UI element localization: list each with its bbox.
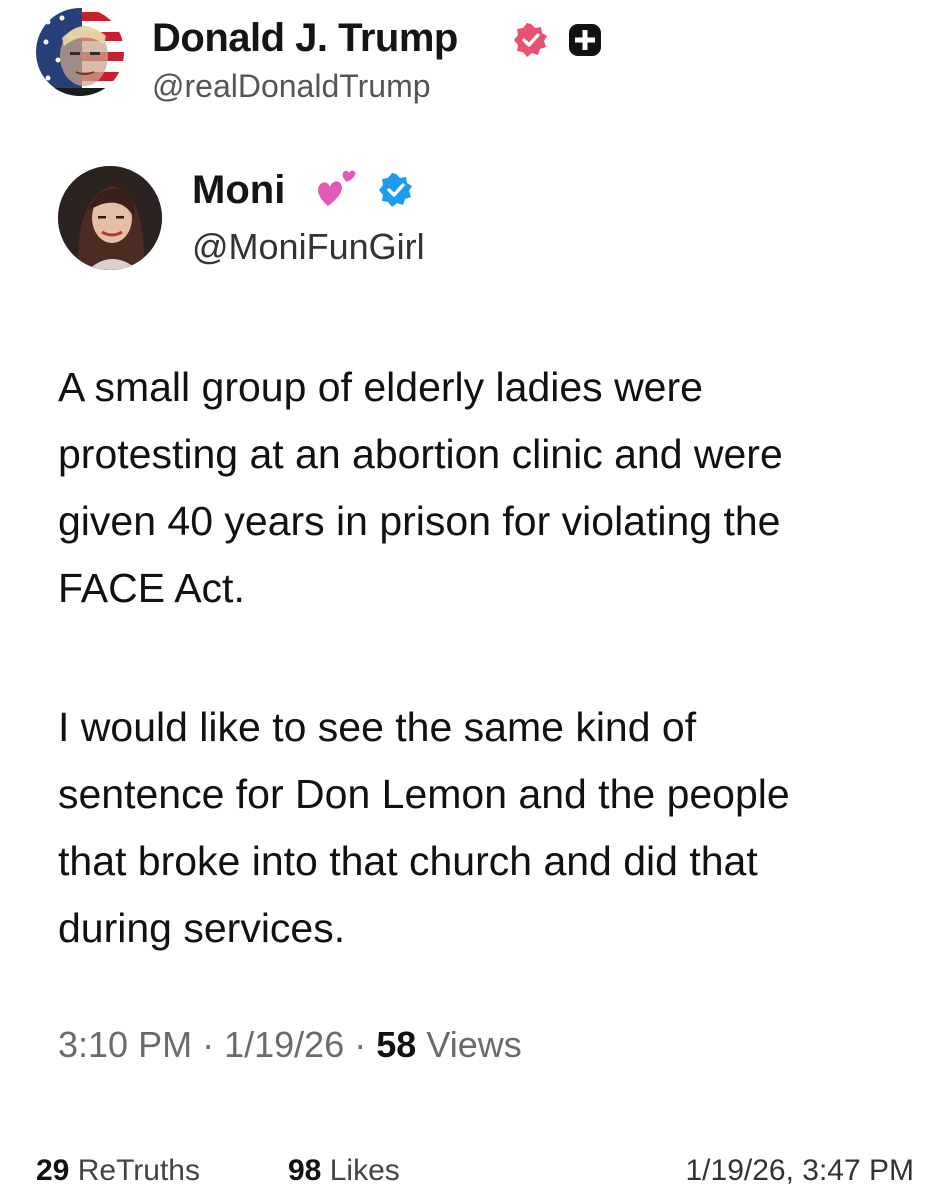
author-avatar[interactable]	[36, 8, 124, 96]
retruths-stat[interactable]: 29 ReTruths	[36, 1154, 200, 1188]
post-text-paragraph: I would like to see the same kind of sen…	[58, 704, 790, 951]
two-hearts-icon	[318, 170, 356, 206]
post-meta: 3:10 PM · 1/19/26 · 58 Views	[58, 1024, 522, 1066]
views-label: Views	[426, 1024, 522, 1065]
post-header: Donald J. Trump @realDonaldTrump	[36, 8, 916, 104]
post-footer: 29 ReTruths 98 Likes 1/19/26, 3:47 PM	[0, 1140, 952, 1200]
plus-square-icon	[569, 24, 601, 56]
quoted-post: Moni @MoniFunGirl A small group of elder…	[0, 140, 952, 1080]
verified-badge-icon	[514, 23, 547, 57]
retruths-label: ReTruths	[77, 1154, 200, 1187]
portrait-avatar-image	[58, 166, 162, 270]
quoted-author-handle[interactable]: @MoniFunGirl	[192, 226, 425, 268]
likes-count: 98	[288, 1154, 322, 1187]
quoted-author-name[interactable]: Moni	[192, 168, 285, 213]
meta-separator: ·	[354, 1024, 367, 1065]
retruths-count: 29	[36, 1154, 70, 1187]
likes-label: Likes	[329, 1154, 400, 1187]
verified-check-icon	[379, 173, 412, 207]
views-count: 58	[376, 1024, 417, 1065]
post-date: 1/19/26	[224, 1024, 345, 1065]
author-name[interactable]: Donald J. Trump	[152, 16, 458, 61]
likes-stat[interactable]: 98 Likes	[288, 1154, 400, 1188]
meta-separator: ·	[202, 1024, 215, 1065]
post-timestamp: 1/19/26, 3:47 PM	[685, 1154, 915, 1187]
flag-portrait-avatar-image	[36, 8, 124, 96]
quoted-author-avatar[interactable]	[58, 166, 162, 270]
post-text-paragraph: A small group of elderly ladies were pro…	[58, 364, 783, 611]
post-time: 3:10 PM	[58, 1024, 193, 1065]
author-handle[interactable]: @realDonaldTrump	[152, 68, 431, 105]
